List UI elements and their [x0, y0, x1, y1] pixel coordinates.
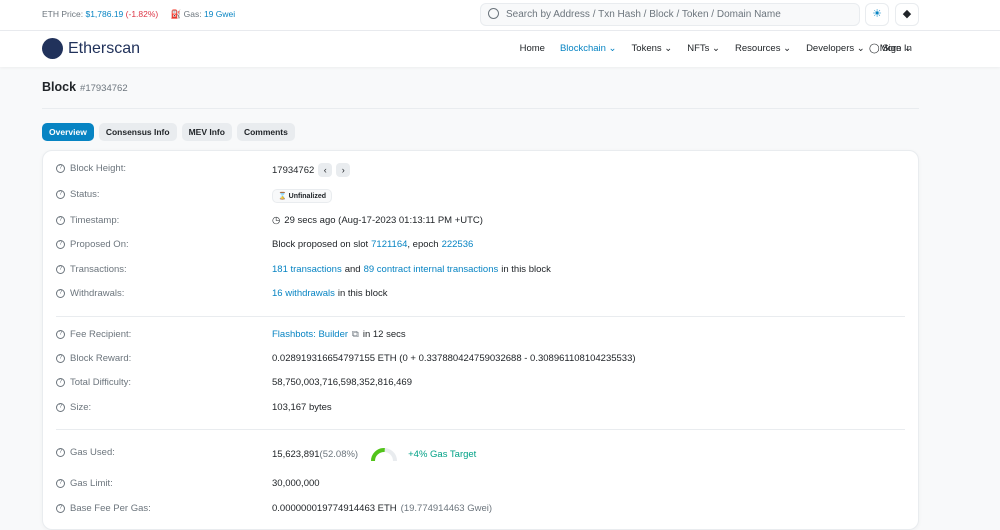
nav-home[interactable]: Home: [520, 43, 545, 54]
row-gas-used: ? Gas Used: 15,623,891 (52.08%) +4% Gas Ta…: [43, 447, 918, 463]
status-badge: ⌛ Unfinalized: [272, 189, 333, 203]
row-transactions: ? Transactions: 181 transactions and 89 con…: [43, 264, 918, 280]
divider: [42, 108, 919, 109]
top-bar: ETH Price: $1,786.19 (-1.82%) ⛽ Gas: 19 …: [0, 0, 1000, 31]
transactions-link[interactable]: 181 transactions: [272, 264, 342, 275]
help-icon: ?: [56, 504, 65, 513]
prev-block-button[interactable]: ‹: [318, 163, 333, 177]
hourglass-icon: ⌛: [278, 193, 287, 200]
search-icon: [488, 8, 499, 19]
page-title: Block #17934762: [42, 80, 128, 94]
tabs: Overview Consensus Info MEV Info Comment…: [42, 123, 295, 141]
row-total-difficulty: ? Total Difficulty: 58,750,003,716,598,35…: [43, 377, 918, 393]
gas-pump-icon: ⛽: [170, 9, 182, 19]
row-block-height: ? Block Height: 17934762 ‹ ›: [43, 163, 918, 179]
row-status: ? Status: ⌛ Unfinalized: [43, 189, 918, 205]
sign-in-link[interactable]: ◯ Sign In: [869, 43, 912, 54]
internal-transactions-link[interactable]: 89 contract internal transactions: [364, 264, 499, 275]
block-number: #17934762: [80, 83, 128, 94]
help-icon: ?: [56, 330, 65, 339]
search-input[interactable]: Search by Address / Txn Hash / Block / T…: [480, 3, 860, 26]
epoch-link[interactable]: 222536: [442, 239, 474, 250]
help-icon: ?: [56, 479, 65, 488]
help-icon: ?: [56, 240, 65, 249]
theme-toggle-button[interactable]: ☀: [865, 3, 889, 26]
next-block-button[interactable]: ›: [336, 163, 351, 177]
tab-consensus-info[interactable]: Consensus Info: [98, 123, 177, 141]
tab-comments[interactable]: Comments: [236, 123, 295, 141]
ethereum-icon: ◆: [902, 8, 912, 20]
search-placeholder: Search by Address / Txn Hash / Block / T…: [506, 9, 781, 20]
user-icon: ◯: [869, 43, 880, 54]
withdrawals-link[interactable]: 16 withdrawals: [272, 288, 335, 299]
network-button[interactable]: ◆: [895, 3, 919, 26]
block-height-value: 17934762: [272, 164, 315, 176]
help-icon: ?: [56, 403, 65, 412]
help-icon: ?: [56, 289, 65, 298]
help-icon: ?: [56, 164, 65, 173]
row-fee-recipient: ? Fee Recipient: Flashbots: Builder ⧉ in 12…: [43, 329, 918, 345]
main-nav: Etherscan Home Blockchain ⌄ Tokens ⌄ NFT…: [0, 31, 1000, 67]
nav-tokens[interactable]: Tokens ⌄: [632, 43, 673, 54]
copy-icon[interactable]: ⧉: [352, 329, 359, 340]
sun-icon: ☀: [872, 8, 882, 20]
gas-label: Gas:: [183, 9, 202, 19]
row-block-reward: ? Block Reward: 0.028919316654797155 ETH …: [43, 353, 918, 369]
help-icon: ?: [56, 265, 65, 274]
gas-gauge-fill: [371, 448, 385, 462]
clock-icon: ◷: [272, 215, 281, 226]
etherscan-logo-icon: [42, 38, 63, 59]
help-icon: ?: [56, 448, 65, 457]
slot-link[interactable]: 7121164: [371, 239, 407, 250]
nav-nfts[interactable]: NFTs ⌄: [687, 43, 720, 54]
help-icon: ?: [56, 190, 65, 199]
eth-price-label: ETH Price:: [42, 9, 84, 19]
fee-recipient-link[interactable]: Flashbots: Builder: [272, 329, 348, 340]
row-proposed-on: ? Proposed On: Block proposed on slot 7121…: [43, 239, 918, 255]
nav-blockchain[interactable]: Blockchain ⌄: [560, 43, 617, 54]
eth-price-info: ETH Price: $1,786.19 (-1.82%) ⛽ Gas: 19 …: [42, 9, 235, 20]
gas-target: +4% Gas Target: [408, 449, 477, 460]
row-timestamp: ? Timestamp: ◷ 29 secs ago (Aug-17-2023 01…: [43, 215, 918, 231]
help-icon: ?: [56, 354, 65, 363]
row-size: ? Size: 103,167 bytes: [43, 402, 918, 418]
gas-usage-gauge: [371, 448, 398, 462]
logo[interactable]: Etherscan: [42, 38, 140, 59]
row-base-fee: ? Base Fee Per Gas: 0.000000019774914463 …: [43, 503, 918, 519]
block-overview-card: ? Block Height: 17934762 ‹ › ? Status: ⌛ Unf…: [42, 150, 919, 530]
tab-overview[interactable]: Overview: [42, 123, 94, 141]
nav-developers[interactable]: Developers ⌄: [806, 43, 865, 54]
divider: [56, 429, 905, 430]
logo-text: Etherscan: [68, 39, 141, 57]
row-withdrawals: ? Withdrawals: 16 withdrawals in this bloc…: [43, 288, 918, 304]
row-gas-limit: ? Gas Limit: 30,000,000: [43, 478, 918, 494]
help-icon: ?: [56, 378, 65, 387]
divider: [56, 316, 905, 317]
tab-mev-info[interactable]: MEV Info: [181, 123, 232, 141]
help-icon: ?: [56, 216, 65, 225]
eth-change: (-1.82%): [125, 9, 159, 19]
gas-value[interactable]: 19 Gwei: [204, 9, 235, 19]
nav-resources[interactable]: Resources ⌄: [735, 43, 791, 54]
eth-price[interactable]: $1,786.19: [85, 9, 123, 19]
